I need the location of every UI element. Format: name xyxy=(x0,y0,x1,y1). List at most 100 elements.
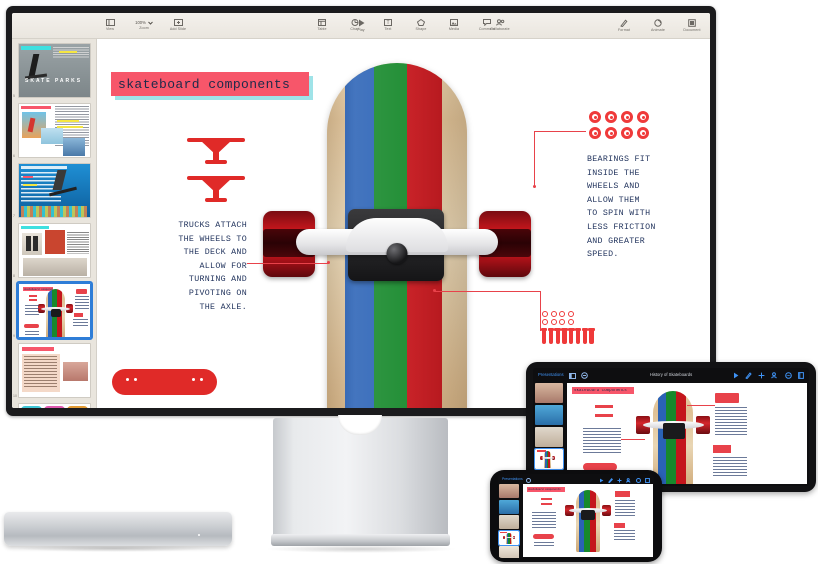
bearings-icon-group xyxy=(589,111,651,143)
ipad-document-title: History of Skateboards xyxy=(649,372,693,377)
iphone-thumb-selected[interactable] xyxy=(498,529,520,546)
shape-button[interactable]: Shape xyxy=(411,19,431,32)
format-label: Format xyxy=(618,27,630,32)
pen-icon[interactable] xyxy=(745,368,752,384)
ipad-toolbar-right xyxy=(733,368,804,384)
toolbar-insert-group: Table Chart T Text Shape Media Comment xyxy=(312,19,497,32)
animate-label: Animate xyxy=(651,27,665,32)
slide-thumbnail-item[interactable]: 8 xyxy=(13,223,91,278)
text-bearings[interactable]: BEARINGS FIT INSIDE THE WHEELS AND ALLOW… xyxy=(587,153,710,262)
document-button[interactable]: Document xyxy=(682,18,702,33)
mini-truck-icon xyxy=(29,295,37,297)
slide-canvas[interactable]: skateboard components TRUCKS ATTACH THE … xyxy=(97,39,710,408)
iphone-screen: Presentations skateboard components xyxy=(498,474,654,558)
leader-dot-bearings xyxy=(533,185,536,188)
slide-thumbnail-item[interactable]: 11 xyxy=(18,403,91,408)
thumb-number: 9 xyxy=(13,334,15,338)
play-label: Play xyxy=(357,27,365,32)
media-button[interactable]: Media xyxy=(444,19,464,32)
sidebar-icon[interactable] xyxy=(568,368,576,384)
slide-thumbnail-deck-grid[interactable] xyxy=(18,403,91,408)
text-button[interactable]: T Text xyxy=(378,19,398,32)
ipad-leader-1 xyxy=(621,439,645,440)
slide-title-text: skateboard components xyxy=(118,76,291,92)
add-icon[interactable] xyxy=(758,368,765,384)
slide-thumbnail-item[interactable]: 7 xyxy=(13,163,91,218)
bearings-row xyxy=(589,111,651,123)
slide-thumbnail-photo-collage[interactable] xyxy=(18,103,91,158)
bearing-icon xyxy=(589,127,601,139)
document-icon xyxy=(688,18,696,27)
iphone-truck-icon xyxy=(541,498,552,500)
add-slide-label: Add Slide xyxy=(169,27,187,31)
iphone-thumb[interactable] xyxy=(499,484,519,498)
bolts-row xyxy=(540,328,608,345)
iphone-thumb[interactable] xyxy=(499,515,519,529)
bearing-icon xyxy=(637,111,649,123)
animate-button[interactable]: Animate xyxy=(648,18,668,33)
thumb-number: 5 xyxy=(13,94,15,98)
collaborate-button[interactable]: Collaborate xyxy=(490,19,510,32)
devices-scene: View 100% Zoom Add Slide Table Chart T T… xyxy=(0,0,818,564)
slide-navigator[interactable]: SKATE PARKS 5 6 7 8 skateboard 9 10 xyxy=(12,39,97,408)
mini-text-screws xyxy=(73,319,88,328)
iphone-thumb[interactable] xyxy=(499,546,519,558)
ipad-current-slide[interactable]: skateboard components xyxy=(567,383,807,484)
ipad-back-label[interactable]: Presentations xyxy=(538,372,564,377)
nut-icon xyxy=(542,319,548,326)
slide-thumbnail-item[interactable]: SKATE PARKS 5 xyxy=(13,43,91,98)
nuts-row xyxy=(542,311,608,317)
format-button[interactable]: Format xyxy=(614,18,634,33)
mini-baseplate xyxy=(51,309,61,317)
view-button[interactable]: View xyxy=(100,19,120,32)
slide-thumbnail-item-selected[interactable]: skateboard components xyxy=(13,281,93,340)
add-slide-icon xyxy=(173,19,183,26)
mini-text-left xyxy=(25,305,39,317)
trucks-icon-group xyxy=(187,134,245,210)
more-icon[interactable] xyxy=(785,368,792,384)
iphone-content: skateboard components xyxy=(498,483,654,558)
iphone-thumb[interactable] xyxy=(499,499,519,514)
ipad-thumb[interactable] xyxy=(535,383,563,403)
play-icon[interactable] xyxy=(733,368,739,384)
play-button[interactable]: Play xyxy=(351,19,371,33)
truck-icon xyxy=(187,134,245,164)
toolbar-collaborate-group: Collaborate xyxy=(490,19,510,32)
bearing-icon xyxy=(621,127,633,139)
slide-thumbnail-blue-infographic[interactable] xyxy=(18,163,91,218)
slide-thumbnail-item[interactable]: 6 xyxy=(13,103,91,158)
table-button[interactable]: Table xyxy=(312,19,332,32)
mini-bearings-icon xyxy=(76,289,87,294)
zoom-icon[interactable] xyxy=(580,368,588,384)
slide-thumbnail-text-and-photo[interactable] xyxy=(18,343,91,398)
shape-icon xyxy=(417,19,425,26)
slide-thumbnail-magazine[interactable] xyxy=(18,223,91,278)
bearing-icon xyxy=(605,111,617,123)
nut-icon xyxy=(567,319,574,326)
text-trucks[interactable]: TRUCKS ATTACH THE WHEELS TO THE DECK AND… xyxy=(127,219,247,314)
zoom-control[interactable]: 100% Zoom xyxy=(134,20,154,31)
iphone-current-slide[interactable]: skateboard components xyxy=(523,484,653,557)
ipad-text-screws xyxy=(713,457,747,477)
ipad-baseplate xyxy=(663,423,685,439)
table-label: Table xyxy=(317,27,327,31)
slide-thumbnail-skateboard-components[interactable]: skateboard components xyxy=(16,281,93,340)
add-slide-button[interactable]: Add Slide xyxy=(168,19,188,32)
iphone: Presentations skateboard components xyxy=(490,470,662,562)
document-icon[interactable] xyxy=(798,368,804,384)
slide-thumbnail-skate-parks[interactable]: SKATE PARKS xyxy=(18,43,91,98)
bolt-icon xyxy=(547,328,555,345)
ipad-thumb[interactable] xyxy=(535,405,563,425)
keynote-toolbar: View 100% Zoom Add Slide Table Chart T T… xyxy=(12,13,710,39)
iphone-slide-navigator[interactable] xyxy=(498,483,522,558)
bolt-icon xyxy=(561,328,568,345)
ipad-text-bearings xyxy=(715,407,747,435)
slide-thumbnail-item[interactable]: 10 xyxy=(13,343,91,398)
iphone-back-label[interactable]: Presentations xyxy=(502,477,523,481)
ipad-thumb[interactable] xyxy=(535,427,563,447)
ipad-thumb-selected[interactable] xyxy=(534,448,564,470)
iphone-text-bearings xyxy=(615,500,635,517)
thumb-number: 7 xyxy=(13,214,15,218)
collaborate-icon[interactable] xyxy=(771,368,779,384)
nut-icon xyxy=(559,311,566,317)
